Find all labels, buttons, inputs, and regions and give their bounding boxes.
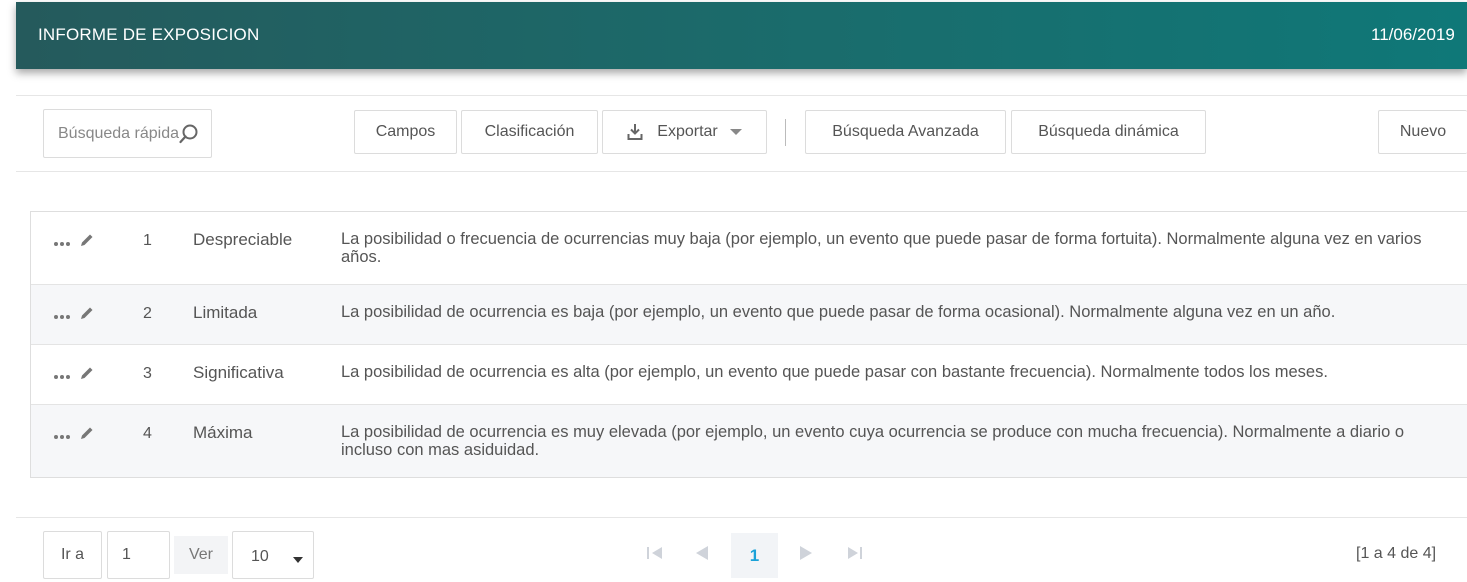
go-to-button[interactable]: Ir a	[43, 531, 102, 579]
table-row[interactable]: 2 Limitada La posibilidad de ocurrencia …	[31, 285, 1467, 345]
edit-icon[interactable]	[79, 232, 95, 253]
row-number: 3	[143, 365, 152, 382]
row-number: 4	[143, 425, 152, 442]
exportar-button[interactable]: Exportar	[602, 110, 767, 154]
clasificacion-button[interactable]: Clasificación	[461, 110, 598, 154]
page-size-select[interactable]: 10	[232, 531, 314, 579]
edit-icon[interactable]	[79, 425, 95, 446]
quick-search[interactable]	[43, 109, 212, 158]
search-input[interactable]	[44, 110, 188, 157]
toolbar-separator	[785, 119, 786, 146]
exportar-label: Exportar	[657, 123, 718, 140]
row-name: Despreciable	[193, 230, 293, 249]
divider	[16, 517, 1467, 518]
divider	[16, 95, 1467, 96]
table-row[interactable]: 1 Despreciable La posibilidad o frecuenc…	[31, 212, 1467, 285]
more-icon[interactable]	[53, 367, 71, 385]
row-description: La posibilidad de ocurrencia es muy elev…	[341, 423, 1405, 459]
table-row[interactable]: 4 Máxima La posibilidad de ocurrencia es…	[31, 405, 1467, 477]
first-page-icon[interactable]	[646, 545, 664, 566]
more-icon[interactable]	[53, 427, 71, 445]
row-description: La posibilidad de ocurrencia es baja (po…	[341, 303, 1336, 321]
page-title: INFORME DE EXPOSICION	[38, 25, 260, 44]
row-name: Máxima	[193, 423, 253, 442]
pagination-summary: [1 a 4 de 4]	[1356, 545, 1437, 562]
report-date: 11/06/2019	[1371, 25, 1455, 44]
row-name: Significativa	[193, 363, 284, 382]
table-row[interactable]: 3 Significativa La posibilidad de ocurre…	[31, 345, 1467, 405]
divider	[16, 171, 1467, 172]
page-size-value: 10	[251, 548, 269, 565]
edit-icon[interactable]	[79, 365, 95, 386]
next-page-icon[interactable]	[798, 545, 814, 566]
previous-page-icon[interactable]	[694, 545, 710, 566]
download-icon	[627, 123, 643, 141]
row-number: 2	[143, 305, 152, 322]
campos-button[interactable]: Campos	[354, 110, 457, 154]
row-description: La posibilidad de ocurrencia es alta (po…	[341, 363, 1328, 381]
more-icon[interactable]	[53, 307, 71, 325]
last-page-icon[interactable]	[846, 545, 864, 566]
busqueda-dinamica-button[interactable]: Búsqueda dinámica	[1011, 110, 1206, 154]
row-description: La posibilidad o frecuencia de ocurrenci…	[341, 230, 1422, 266]
caret-down-icon	[729, 128, 742, 136]
more-icon[interactable]	[53, 234, 71, 252]
page-number-input[interactable]: 1	[107, 531, 170, 579]
caret-down-icon	[293, 551, 303, 569]
ver-label: Ver	[174, 536, 228, 574]
report-header: INFORME DE EXPOSICION 11/06/2019	[16, 2, 1467, 69]
row-name: Limitada	[193, 303, 258, 322]
edit-icon[interactable]	[79, 305, 95, 326]
search-icon[interactable]	[178, 123, 200, 150]
busqueda-avanzada-button[interactable]: Búsqueda Avanzada	[805, 110, 1006, 154]
row-number: 1	[143, 232, 152, 249]
current-page-button[interactable]: 1	[731, 533, 778, 578]
nuevo-button[interactable]: Nuevo	[1378, 110, 1467, 154]
results-table: 1 Despreciable La posibilidad o frecuenc…	[30, 211, 1467, 478]
